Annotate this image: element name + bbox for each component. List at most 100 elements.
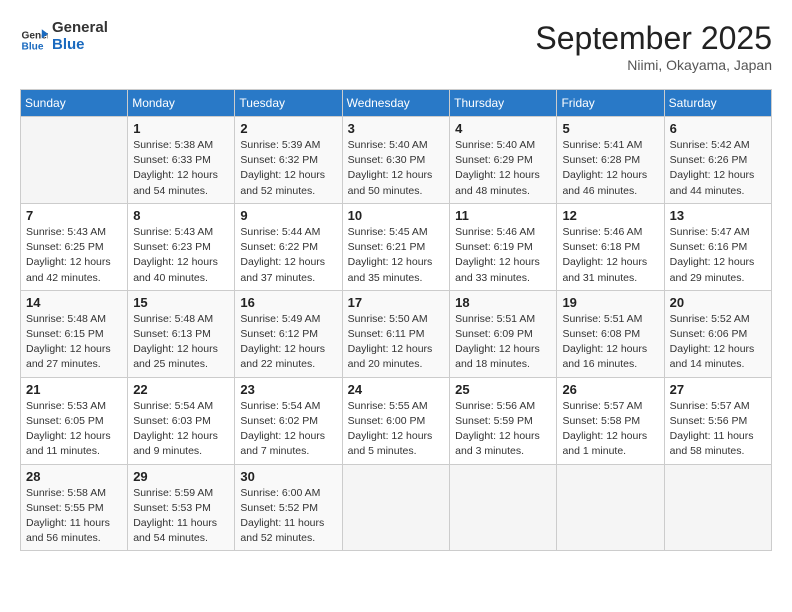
calendar-cell: 4 Sunrise: 5:40 AM Sunset: 6:29 PM Daylig… bbox=[450, 117, 557, 204]
day-number: 15 bbox=[133, 295, 229, 310]
calendar-cell: 3 Sunrise: 5:40 AM Sunset: 6:30 PM Daylig… bbox=[342, 117, 449, 204]
day-info: Sunrise: 5:57 AM Sunset: 5:56 PM Dayligh… bbox=[670, 399, 766, 460]
day-number: 27 bbox=[670, 382, 766, 397]
day-info: Sunrise: 5:44 AM Sunset: 6:22 PM Dayligh… bbox=[240, 225, 336, 286]
day-info: Sunrise: 5:58 AM Sunset: 5:55 PM Dayligh… bbox=[26, 486, 122, 547]
calendar-cell: 9Sunrise: 5:44 AM Sunset: 6:22 PM Daylig… bbox=[235, 203, 342, 290]
day-number: 16 bbox=[240, 295, 336, 310]
day-number: 5 bbox=[562, 121, 658, 136]
day-info: Sunrise: 5:57 AM Sunset: 5:58 PM Dayligh… bbox=[562, 399, 658, 460]
calendar-cell: 8 Sunrise: 5:43 AM Sunset: 6:23 PM Daylig… bbox=[128, 203, 235, 290]
day-number: 22 bbox=[133, 382, 229, 397]
calendar-body: 1 Sunrise: 5:38 AM Sunset: 6:33 PM Daylig… bbox=[21, 117, 772, 551]
day-info: Sunrise: 5:56 AM Sunset: 5:59 PM Dayligh… bbox=[455, 399, 551, 460]
day-number: 25 bbox=[455, 382, 551, 397]
day-number: 21 bbox=[26, 382, 122, 397]
logo-line2: Blue bbox=[52, 37, 108, 54]
page-header: General Blue General Blue September 2025… bbox=[20, 20, 772, 73]
calendar-cell: 17 Sunrise: 5:50 AM Sunset: 6:11 PM Dayli… bbox=[342, 290, 449, 377]
day-number: 17 bbox=[348, 295, 444, 310]
calendar-cell: 10Sunrise: 5:45 AM Sunset: 6:21 PM Dayli… bbox=[342, 203, 449, 290]
day-number: 8 bbox=[133, 208, 229, 223]
calendar-cell bbox=[21, 117, 128, 204]
calendar-cell: 13Sunrise: 5:47 AM Sunset: 6:16 PM Dayli… bbox=[664, 203, 771, 290]
calendar-cell: 26 Sunrise: 5:57 AM Sunset: 5:58 PM Dayli… bbox=[557, 377, 664, 464]
day-info: Sunrise: 6:00 AM Sunset: 5:52 PM Dayligh… bbox=[240, 486, 336, 547]
svg-text:Blue: Blue bbox=[22, 41, 44, 51]
day-number: 3 bbox=[348, 121, 444, 136]
day-info: Sunrise: 5:48 AM Sunset: 6:15 PM Dayligh… bbox=[26, 312, 122, 373]
calendar-cell: 6 Sunrise: 5:42 AM Sunset: 6:26 PM Daylig… bbox=[664, 117, 771, 204]
location: Niimi, Okayama, Japan bbox=[535, 57, 772, 73]
calendar-cell: 1 Sunrise: 5:38 AM Sunset: 6:33 PM Daylig… bbox=[128, 117, 235, 204]
day-number: 7 bbox=[26, 208, 122, 223]
column-header-friday: Friday bbox=[557, 90, 664, 117]
day-info: Sunrise: 5:51 AM Sunset: 6:09 PM Dayligh… bbox=[455, 312, 551, 373]
title-block: September 2025 Niimi, Okayama, Japan bbox=[535, 20, 772, 73]
day-info: Sunrise: 5:55 AM Sunset: 6:00 PM Dayligh… bbox=[348, 399, 444, 460]
calendar-cell: 12Sunrise: 5:46 AM Sunset: 6:18 PM Dayli… bbox=[557, 203, 664, 290]
calendar-cell bbox=[450, 464, 557, 551]
column-header-tuesday: Tuesday bbox=[235, 90, 342, 117]
calendar-week-5: 28 Sunrise: 5:58 AM Sunset: 5:55 PM Dayli… bbox=[21, 464, 772, 551]
calendar-cell: 30Sunrise: 6:00 AM Sunset: 5:52 PM Dayli… bbox=[235, 464, 342, 551]
day-number: 13 bbox=[670, 208, 766, 223]
calendar-cell: 19Sunrise: 5:51 AM Sunset: 6:08 PM Dayli… bbox=[557, 290, 664, 377]
day-info: Sunrise: 5:49 AM Sunset: 6:12 PM Dayligh… bbox=[240, 312, 336, 373]
day-number: 19 bbox=[562, 295, 658, 310]
calendar-table: SundayMondayTuesdayWednesdayThursdayFrid… bbox=[20, 89, 772, 551]
day-info: Sunrise: 5:39 AM Sunset: 6:32 PM Dayligh… bbox=[240, 138, 336, 199]
day-number: 26 bbox=[562, 382, 658, 397]
day-info: Sunrise: 5:50 AM Sunset: 6:11 PM Dayligh… bbox=[348, 312, 444, 373]
day-info: Sunrise: 5:40 AM Sunset: 6:30 PM Dayligh… bbox=[348, 138, 444, 199]
calendar-week-1: 1 Sunrise: 5:38 AM Sunset: 6:33 PM Daylig… bbox=[21, 117, 772, 204]
calendar-cell: 22Sunrise: 5:54 AM Sunset: 6:03 PM Dayli… bbox=[128, 377, 235, 464]
day-info: Sunrise: 5:46 AM Sunset: 6:19 PM Dayligh… bbox=[455, 225, 551, 286]
calendar-header-row: SundayMondayTuesdayWednesdayThursdayFrid… bbox=[21, 90, 772, 117]
day-info: Sunrise: 5:38 AM Sunset: 6:33 PM Dayligh… bbox=[133, 138, 229, 199]
column-header-wednesday: Wednesday bbox=[342, 90, 449, 117]
calendar-cell bbox=[342, 464, 449, 551]
day-info: Sunrise: 5:41 AM Sunset: 6:28 PM Dayligh… bbox=[562, 138, 658, 199]
calendar-cell: 5 Sunrise: 5:41 AM Sunset: 6:28 PM Daylig… bbox=[557, 117, 664, 204]
day-number: 6 bbox=[670, 121, 766, 136]
day-info: Sunrise: 5:43 AM Sunset: 6:25 PM Dayligh… bbox=[26, 225, 122, 286]
column-header-saturday: Saturday bbox=[664, 90, 771, 117]
calendar-cell: 11 Sunrise: 5:46 AM Sunset: 6:19 PM Dayli… bbox=[450, 203, 557, 290]
logo-icon: General Blue bbox=[20, 23, 48, 51]
day-number: 29 bbox=[133, 469, 229, 484]
calendar-week-2: 7 Sunrise: 5:43 AM Sunset: 6:25 PM Daylig… bbox=[21, 203, 772, 290]
calendar-cell bbox=[557, 464, 664, 551]
day-number: 23 bbox=[240, 382, 336, 397]
calendar-cell: 15 Sunrise: 5:48 AM Sunset: 6:13 PM Dayli… bbox=[128, 290, 235, 377]
column-header-thursday: Thursday bbox=[450, 90, 557, 117]
day-info: Sunrise: 5:54 AM Sunset: 6:02 PM Dayligh… bbox=[240, 399, 336, 460]
column-header-sunday: Sunday bbox=[21, 90, 128, 117]
column-header-monday: Monday bbox=[128, 90, 235, 117]
calendar-cell: 20Sunrise: 5:52 AM Sunset: 6:06 PM Dayli… bbox=[664, 290, 771, 377]
day-info: Sunrise: 5:48 AM Sunset: 6:13 PM Dayligh… bbox=[133, 312, 229, 373]
calendar-cell: 18Sunrise: 5:51 AM Sunset: 6:09 PM Dayli… bbox=[450, 290, 557, 377]
logo: General Blue General Blue bbox=[20, 20, 108, 53]
calendar-cell: 27 Sunrise: 5:57 AM Sunset: 5:56 PM Dayli… bbox=[664, 377, 771, 464]
calendar-week-4: 21 Sunrise: 5:53 AM Sunset: 6:05 PM Dayli… bbox=[21, 377, 772, 464]
day-number: 24 bbox=[348, 382, 444, 397]
day-number: 4 bbox=[455, 121, 551, 136]
day-info: Sunrise: 5:42 AM Sunset: 6:26 PM Dayligh… bbox=[670, 138, 766, 199]
day-info: Sunrise: 5:53 AM Sunset: 6:05 PM Dayligh… bbox=[26, 399, 122, 460]
day-number: 11 bbox=[455, 208, 551, 223]
day-info: Sunrise: 5:59 AM Sunset: 5:53 PM Dayligh… bbox=[133, 486, 229, 547]
day-number: 20 bbox=[670, 295, 766, 310]
day-info: Sunrise: 5:40 AM Sunset: 6:29 PM Dayligh… bbox=[455, 138, 551, 199]
day-number: 10 bbox=[348, 208, 444, 223]
day-number: 1 bbox=[133, 121, 229, 136]
calendar-cell: 2Sunrise: 5:39 AM Sunset: 6:32 PM Daylig… bbox=[235, 117, 342, 204]
calendar-cell: 28 Sunrise: 5:58 AM Sunset: 5:55 PM Dayli… bbox=[21, 464, 128, 551]
calendar-week-3: 14 Sunrise: 5:48 AM Sunset: 6:15 PM Dayli… bbox=[21, 290, 772, 377]
calendar-cell: 21 Sunrise: 5:53 AM Sunset: 6:05 PM Dayli… bbox=[21, 377, 128, 464]
calendar-cell: 24 Sunrise: 5:55 AM Sunset: 6:00 PM Dayli… bbox=[342, 377, 449, 464]
day-number: 28 bbox=[26, 469, 122, 484]
calendar-cell: 23 Sunrise: 5:54 AM Sunset: 6:02 PM Dayli… bbox=[235, 377, 342, 464]
day-number: 14 bbox=[26, 295, 122, 310]
day-info: Sunrise: 5:43 AM Sunset: 6:23 PM Dayligh… bbox=[133, 225, 229, 286]
